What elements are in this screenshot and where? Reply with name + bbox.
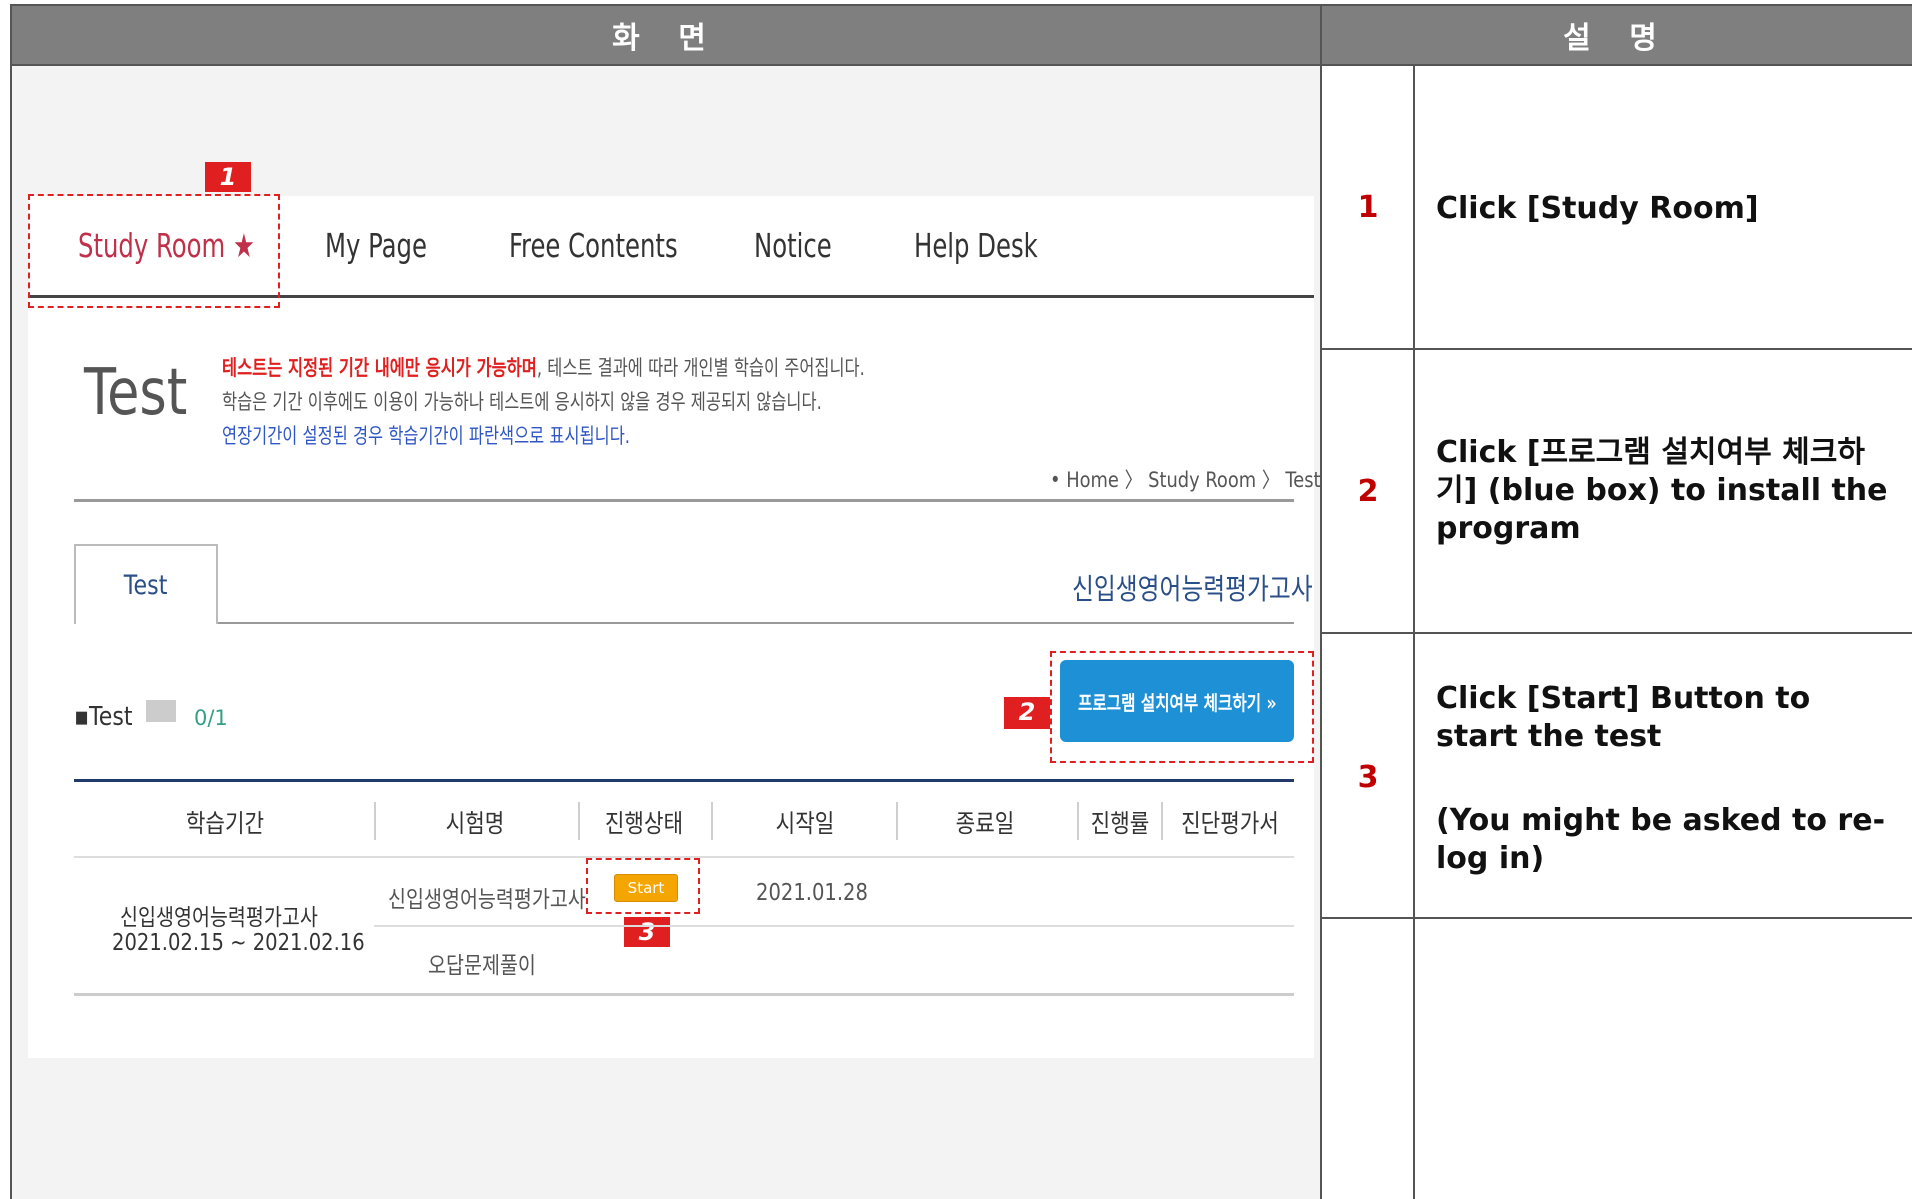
- notice-line-1-red: 테스트는 지정된 기간 내에만 응시가 가능하며: [222, 356, 537, 380]
- th-end: 종료일: [955, 809, 1015, 838]
- menu-notice[interactable]: Notice: [754, 226, 832, 265]
- exam-name: 신입생영어능력평가고사: [388, 887, 586, 913]
- screen-column-header: 화 면: [10, 6, 1322, 64]
- review-exam-name: 오답문제풀이: [428, 953, 536, 979]
- step-2-text: Click [프로그램 설치여부 체크하기] (blue box) to ins…: [1436, 435, 1888, 546]
- step3-bottom-border: [1322, 917, 1912, 919]
- th-sep: [1077, 802, 1079, 840]
- step-3-number: 3: [1357, 760, 1379, 795]
- tab-test[interactable]: Test: [74, 544, 218, 624]
- menu-my-page[interactable]: My Page: [325, 226, 427, 265]
- row-divider: [374, 925, 1294, 927]
- marker-3: 3: [624, 917, 670, 947]
- screen-desc-divider: [1320, 4, 1322, 1199]
- menu-free-contents[interactable]: Free Contents: [509, 226, 678, 265]
- th-start: 시작일: [775, 809, 835, 838]
- highlight-install-button: [1050, 651, 1314, 763]
- step2-bottom-border: [1322, 632, 1912, 634]
- description-column-header: 설 명: [1322, 6, 1912, 64]
- th-report: 진단평가서: [1181, 809, 1279, 838]
- th-progress: 진행률: [1090, 809, 1150, 838]
- th-sep: [578, 802, 580, 840]
- th-sep: [1161, 802, 1163, 840]
- start-date: 2021.01.28: [756, 880, 868, 906]
- tab-test-label: Test: [124, 569, 168, 601]
- period-name: 신입생영어능력평가고사: [120, 905, 318, 931]
- tab-bottom-line: [218, 622, 1294, 624]
- step-1-number: 1: [1357, 190, 1379, 225]
- step1-bottom-border: [1322, 348, 1912, 350]
- step-3-text: Click [Start] Button to start the test: [1436, 681, 1811, 754]
- table-top-border: [10, 4, 1912, 6]
- page-title: Test: [84, 356, 188, 430]
- summary-test-label: Test: [88, 702, 133, 732]
- summary-count: 0/1: [194, 706, 228, 730]
- step-1-text: Click [Study Room]: [1436, 191, 1759, 226]
- marker-2: 2: [1004, 697, 1050, 729]
- th-sep: [896, 802, 898, 840]
- menu-help-desk[interactable]: Help Desk: [914, 226, 1038, 265]
- summary-box-icon: [146, 700, 176, 722]
- th-period: 학습기간: [185, 809, 265, 838]
- highlight-study-room: [28, 194, 280, 308]
- marker-1: 1: [205, 162, 251, 192]
- notice-line-1: 테스트는 지정된 기간 내에만 응시가 가능하며, 테스트 결과에 따라 개인별…: [222, 352, 865, 382]
- highlight-start-button: [586, 858, 700, 914]
- th-exam: 시험명: [445, 809, 505, 838]
- th-sep: [711, 802, 713, 840]
- step-2-number: 2: [1357, 474, 1379, 509]
- table-bottom-rule: [74, 993, 1294, 996]
- step-3-note: (You might be asked to re-log in): [1436, 803, 1886, 876]
- th-status: 진행상태: [604, 809, 684, 838]
- notice-line-3: 연장기간이 설정된 경우 학습기간이 파란색으로 표시됩니다.: [222, 424, 630, 448]
- period-dates: 2021.02.15 ~ 2021.02.16: [112, 930, 365, 956]
- breadcrumb: • Home 〉 Study Room 〉 Test: [1050, 468, 1321, 492]
- course-tab-title: 신입생영어능력평가고사: [1072, 572, 1313, 606]
- summary-label: ▪Test: [74, 702, 133, 732]
- th-sep: [374, 802, 376, 840]
- title-divider: [74, 499, 1294, 502]
- table-top-rule: [74, 779, 1294, 782]
- notice-line-2: 학습은 기간 이후에도 이용이 가능하나 테스트에 응시하지 않을 경우 제공되…: [222, 390, 822, 414]
- notice-line-1-rest: , 테스트 결과에 따라 개인별 학습이 주어집니다.: [536, 356, 865, 380]
- bullet-icon: ▪: [74, 702, 89, 732]
